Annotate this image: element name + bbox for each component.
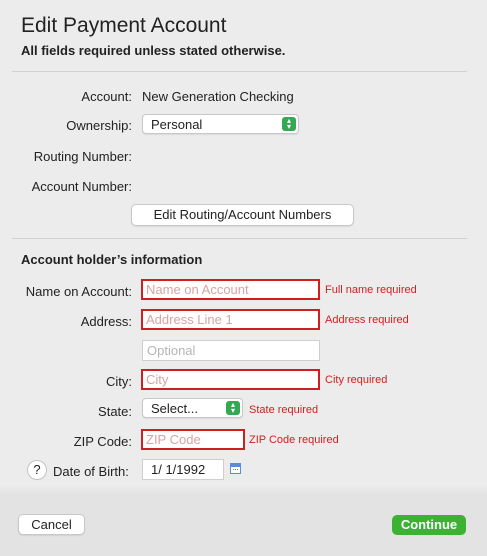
name-label: Name on Account:: [25, 284, 132, 299]
name-input[interactable]: Name on Account: [141, 279, 320, 300]
continue-button[interactable]: Continue: [392, 515, 466, 535]
state-label: State:: [98, 404, 132, 419]
section-title: Account holder’s information: [21, 252, 203, 267]
ownership-select-value: Personal: [151, 117, 203, 132]
select-stepper-icon: ▴ ▾: [226, 401, 240, 415]
address-line2-input[interactable]: Optional: [142, 340, 320, 361]
routing-number-label: Routing Number:: [33, 149, 132, 164]
dob-field[interactable]: 1/ 1/1992: [142, 459, 224, 480]
dialog-subtitle: All fields required unless stated otherw…: [21, 43, 286, 58]
address-line1-input[interactable]: Address Line 1: [141, 309, 320, 330]
name-error: Full name required: [325, 284, 417, 296]
state-select-value: Select...: [151, 401, 198, 416]
city-error: City required: [325, 374, 388, 386]
account-number-label: Account Number:: [31, 179, 132, 194]
edit-routing-account-button[interactable]: Edit Routing/Account Numbers: [131, 204, 354, 226]
state-select[interactable]: Select... ▴ ▾: [142, 398, 243, 418]
dialog-title: Edit Payment Account: [21, 14, 227, 37]
cancel-button[interactable]: Cancel: [18, 514, 85, 535]
help-button[interactable]: ?: [27, 460, 47, 480]
select-stepper-icon: ▴ ▾: [282, 117, 296, 131]
footer-shadow: [0, 486, 487, 494]
zip-label: ZIP Code:: [73, 434, 132, 449]
ownership-label: Ownership:: [66, 118, 132, 133]
state-error: State required: [249, 404, 319, 416]
account-label: Account:: [81, 89, 132, 104]
account-value: New Generation Checking: [142, 89, 294, 104]
divider: [12, 71, 467, 72]
dob-label: Date of Birth:: [53, 464, 129, 479]
divider: [12, 238, 467, 239]
edit-payment-dialog: Edit Payment Account All fields required…: [0, 0, 487, 556]
city-input[interactable]: City: [141, 369, 320, 390]
address-label: Address:: [80, 314, 132, 329]
zip-error: ZIP Code required: [249, 434, 339, 446]
ownership-select[interactable]: Personal ▴ ▾: [142, 114, 299, 134]
address-error: Address required: [325, 314, 409, 326]
calendar-icon[interactable]: [230, 463, 241, 474]
zip-input[interactable]: ZIP Code: [141, 429, 245, 450]
city-label: City:: [106, 374, 132, 389]
